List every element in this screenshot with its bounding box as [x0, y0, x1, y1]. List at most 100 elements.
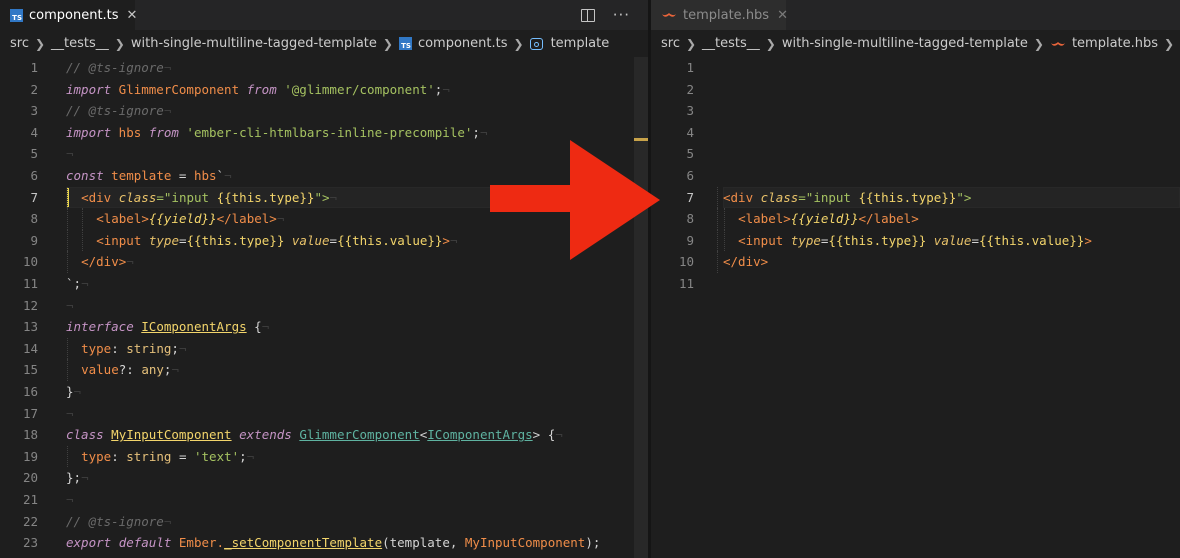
code-token: ">	[314, 189, 330, 205]
code-token: =	[971, 232, 979, 248]
line-number: 15	[22, 362, 38, 378]
tab-template-hbs[interactable]: template.hbs ✕	[651, 0, 788, 30]
code-editor[interactable]: 1// @ts-ignore¬ 2 import GlimmerComponent …	[0, 57, 648, 558]
code-token: hbs	[111, 124, 149, 140]
indent-guide	[717, 186, 718, 209]
code-line[interactable]: 14 type: string;¬	[0, 337, 648, 360]
code-token: };	[66, 470, 82, 486]
code-line[interactable]: 21 ¬	[0, 489, 648, 511]
code-line[interactable]: 12 ¬	[0, 295, 648, 317]
code-token: {{this.type}}	[828, 232, 927, 248]
code-line[interactable]: 22 // @ts-ignore¬	[0, 511, 648, 533]
code-line[interactable]: 16}¬	[0, 381, 648, 403]
split-editor-icon[interactable]	[580, 8, 595, 22]
whitespace-marker: ¬	[163, 103, 172, 119]
indent-guide	[67, 337, 68, 360]
code-editor[interactable]: 1 2 3 4 5 6 7 <div class="input {{this.type}}">…	[651, 57, 1180, 558]
breadcrumb-item-symbol[interactable]: template	[529, 36, 609, 51]
code-line[interactable]: 2 import GlimmerComponent from '@glimmer/…	[0, 79, 648, 101]
code-line[interactable]: 7 <div class="input {{this.type}}">	[651, 186, 1180, 209]
line-content: <div class="input {{this.type}}">¬	[66, 186, 338, 209]
breadcrumb: src ❯ __tests__ ❯ with-single-multiline-…	[0, 30, 648, 57]
line-number: 2	[686, 81, 694, 97]
code-token: class	[760, 189, 799, 205]
code-token: type	[790, 232, 821, 248]
handlebars-file-icon	[1050, 40, 1066, 48]
code-token: `;	[66, 276, 82, 291]
line-content: };¬	[66, 467, 89, 489]
code-token: >	[442, 232, 450, 248]
line-content: // @ts-ignore¬	[66, 57, 171, 79]
line-number: 9	[30, 232, 38, 248]
code-token: default	[118, 535, 172, 551]
line-content: type: string;¬	[66, 337, 187, 360]
code-line[interactable]: 13 interface IComponentArgs {¬	[0, 316, 648, 338]
code-token: // @ts-ignore	[66, 60, 164, 75]
close-icon[interactable]: ✕	[777, 8, 788, 23]
code-line[interactable]: 10 </div>	[651, 251, 1180, 273]
code-line[interactable]: 2	[651, 79, 1180, 101]
code-token: type	[81, 448, 112, 464]
breadcrumb-item-folder[interactable]: with-single-multiline-tagged-template	[782, 36, 1028, 51]
vertical-scrollbar[interactable]	[634, 57, 648, 558]
indent-guide	[717, 251, 718, 273]
breadcrumb-item-tests[interactable]: __tests__	[51, 36, 109, 51]
code-token: {{this.value}}	[337, 232, 443, 248]
code-line[interactable]: 1	[651, 57, 1180, 79]
code-line[interactable]: 5	[651, 143, 1180, 165]
code-token: </div>	[81, 254, 127, 270]
code-token: );	[585, 535, 601, 551]
code-token: value	[291, 232, 330, 248]
indent-guide	[67, 251, 68, 273]
breadcrumb-item-file[interactable]: template.hbs	[1050, 36, 1158, 51]
line-number: 13	[22, 319, 38, 335]
line-content: }¬	[66, 381, 81, 403]
line-content: // @ts-ignore¬	[66, 100, 171, 122]
indent-guide	[82, 208, 84, 230]
code-line[interactable]: 20};¬	[0, 467, 648, 489]
breadcrumb-item-tests[interactable]: __tests__	[702, 36, 760, 51]
code-line[interactable]: 3	[651, 100, 1180, 122]
line-number: 18	[22, 427, 38, 443]
line-number: 3	[686, 103, 694, 119]
breadcrumb-item-src[interactable]: src	[10, 36, 29, 51]
code-line[interactable]: 18 class MyInputComponent extends Glimmer…	[0, 424, 648, 446]
code-line[interactable]: 9 <input type={{this.type}} value={{this.…	[651, 229, 1180, 252]
chevron-right-icon: ❯	[513, 36, 524, 51]
code-line[interactable]: 19 type: string = 'text';¬	[0, 445, 648, 468]
close-icon[interactable]: ✕	[127, 8, 138, 23]
line-number: 7	[30, 189, 38, 205]
whitespace-marker: ¬	[449, 232, 458, 248]
code-line[interactable]: 1 // @ts-ignore¬	[0, 57, 648, 79]
tab-component-ts[interactable]: TS component.ts ✕	[0, 0, 138, 30]
breadcrumb-item-file[interactable]: TS component.ts	[398, 36, 508, 51]
whitespace-marker: ¬	[178, 340, 187, 356]
code-line[interactable]: 11 `;¬	[0, 273, 648, 295]
left-tab-bar: TS component.ts ✕ ···	[0, 0, 648, 30]
whitespace-marker: ¬	[126, 254, 134, 270]
line-number: 6	[30, 168, 38, 183]
code-line[interactable]: 6	[651, 165, 1180, 187]
code-token: '@glimmer/component'	[276, 81, 435, 97]
code-line[interactable]: 23 export default Ember._setComponentTemp…	[0, 532, 648, 554]
code-token: Ember.	[171, 535, 225, 551]
breadcrumb-item-folder[interactable]: with-single-multiline-tagged-template	[131, 36, 377, 51]
more-actions-icon[interactable]: ···	[613, 7, 630, 23]
code-line[interactable]: 11	[651, 273, 1180, 295]
whitespace-marker: ¬	[163, 60, 172, 75]
code-token: }	[66, 384, 74, 399]
code-token: string	[118, 448, 172, 464]
code-line[interactable]: 15 value?: any;¬	[0, 359, 648, 381]
breadcrumb-item-src[interactable]: src	[661, 36, 680, 51]
line-content: <div class="input {{this.type}}">	[723, 187, 971, 209]
whitespace-marker: ¬	[81, 276, 89, 291]
whitespace-marker: ¬	[442, 81, 450, 97]
code-line[interactable]: 8 <label>{{yield}}</label>	[651, 208, 1180, 230]
code-token: const	[66, 168, 104, 183]
code-line[interactable]: 17 ¬	[0, 403, 648, 425]
whitespace-marker: ¬	[329, 189, 338, 205]
code-line[interactable]: 3 // @ts-ignore¬	[0, 100, 648, 122]
code-line[interactable]: 4	[651, 122, 1180, 144]
code-token: <label>	[738, 211, 791, 227]
